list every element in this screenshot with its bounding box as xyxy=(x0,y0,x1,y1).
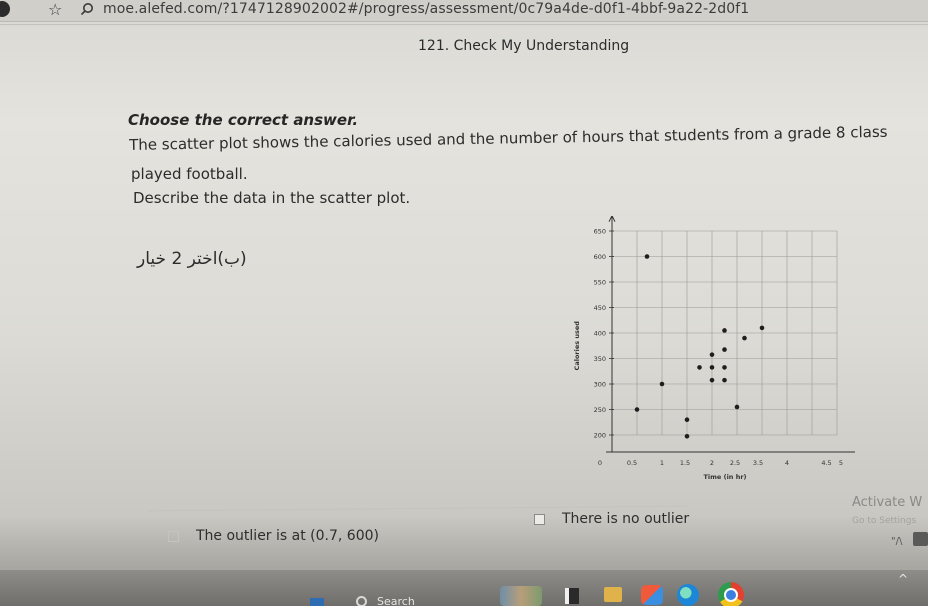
x-tick-label: 1 xyxy=(660,459,664,467)
y-tick-label: 300 xyxy=(594,381,606,389)
y-tick-label: 350 xyxy=(594,355,606,363)
chevron-up-icon[interactable]: ^ xyxy=(898,572,908,586)
x-tick-label: 2.5 xyxy=(730,459,740,467)
data-point xyxy=(697,365,702,370)
data-point xyxy=(709,377,715,383)
instruction-text: Choose the correct answer. xyxy=(128,111,359,129)
tray-box-icon xyxy=(913,532,928,546)
y-tick-label: 600 xyxy=(594,253,606,261)
data-point xyxy=(684,433,690,439)
activate-windows-subtext: Go to Settings xyxy=(852,516,917,526)
y-tick-label: 400 xyxy=(594,330,606,338)
data-point xyxy=(722,377,727,383)
y-tick-label: 200 xyxy=(594,432,606,440)
option-no-outlier[interactable]: There is no outlier xyxy=(534,511,689,527)
option-outlier-checkbox[interactable] xyxy=(168,530,179,542)
data-point xyxy=(659,381,665,387)
taskbar-search-icon[interactable] xyxy=(356,596,367,606)
search-icon xyxy=(80,3,93,16)
question-text-line-2: played football. xyxy=(131,165,248,183)
option-outlier[interactable]: The outlier is at (0.7, 600) xyxy=(168,528,379,544)
x-tick-label: 1.5 xyxy=(680,459,690,467)
url-text[interactable]: moe.alefed.com/?1747128902002#/progress/… xyxy=(103,1,749,17)
y-tick-label: 450 xyxy=(594,304,606,312)
back-button[interactable] xyxy=(0,1,10,17)
activate-windows-watermark: Activate W xyxy=(852,495,923,510)
browser-address-bar: ☆ moe.alefed.com/?1747128902002#/progres… xyxy=(0,0,928,22)
widgets-icon[interactable] xyxy=(500,586,542,606)
taskbar-search-label[interactable]: Search xyxy=(377,595,415,606)
scatter-plot: yx20025030035040045055060065000.511.522.… xyxy=(573,216,855,481)
x-tick-label: 5 xyxy=(839,459,843,467)
select-two-hint: (ب)اختر 2 خيار xyxy=(137,249,247,269)
data-point xyxy=(709,365,715,370)
data-point xyxy=(722,347,727,352)
data-point xyxy=(722,328,727,333)
divider xyxy=(0,24,928,25)
store-icon[interactable] xyxy=(641,585,663,605)
data-point xyxy=(742,335,747,341)
edge-icon[interactable] xyxy=(677,584,699,606)
data-point xyxy=(734,404,740,410)
y-tick-label: 250 xyxy=(594,406,606,414)
question-title: 121. Check My Understanding xyxy=(418,38,630,54)
option-outlier-label: The outlier is at (0.7, 600) xyxy=(196,528,379,544)
x-tick-label: 2 xyxy=(710,459,714,467)
chrome-icon[interactable] xyxy=(718,582,744,606)
folder-icon[interactable] xyxy=(604,587,622,602)
tray-indicator-icon: "/\ xyxy=(891,536,903,547)
taskbar: Search ^ xyxy=(0,570,928,606)
data-point xyxy=(684,417,690,422)
data-point xyxy=(722,365,727,370)
x-axis-title: Time (in hr) xyxy=(704,473,747,481)
option-no-outlier-label: There is no outlier xyxy=(562,511,690,527)
file-explorer-icon[interactable] xyxy=(565,588,579,604)
x-tick-label: 0.5 xyxy=(627,459,637,467)
windows-start-icon[interactable] xyxy=(310,598,324,606)
y-axis-title: Calories used xyxy=(573,321,581,371)
x-tick-label: 0 xyxy=(598,459,602,467)
x-tick-label: 4 xyxy=(785,459,789,467)
y-tick-label: 550 xyxy=(594,279,606,287)
data-point xyxy=(634,407,640,412)
question-text-line-3: Describe the data in the scatter plot. xyxy=(133,189,411,207)
x-tick-label: 4.5 xyxy=(821,459,831,467)
data-point xyxy=(644,254,650,259)
y-tick-label: 650 xyxy=(594,228,606,236)
x-tick-label: 3.5 xyxy=(753,459,763,467)
data-point xyxy=(709,352,715,357)
data-point xyxy=(759,325,765,331)
star-icon[interactable]: ☆ xyxy=(48,0,62,19)
option-no-outlier-checkbox[interactable] xyxy=(534,513,545,525)
